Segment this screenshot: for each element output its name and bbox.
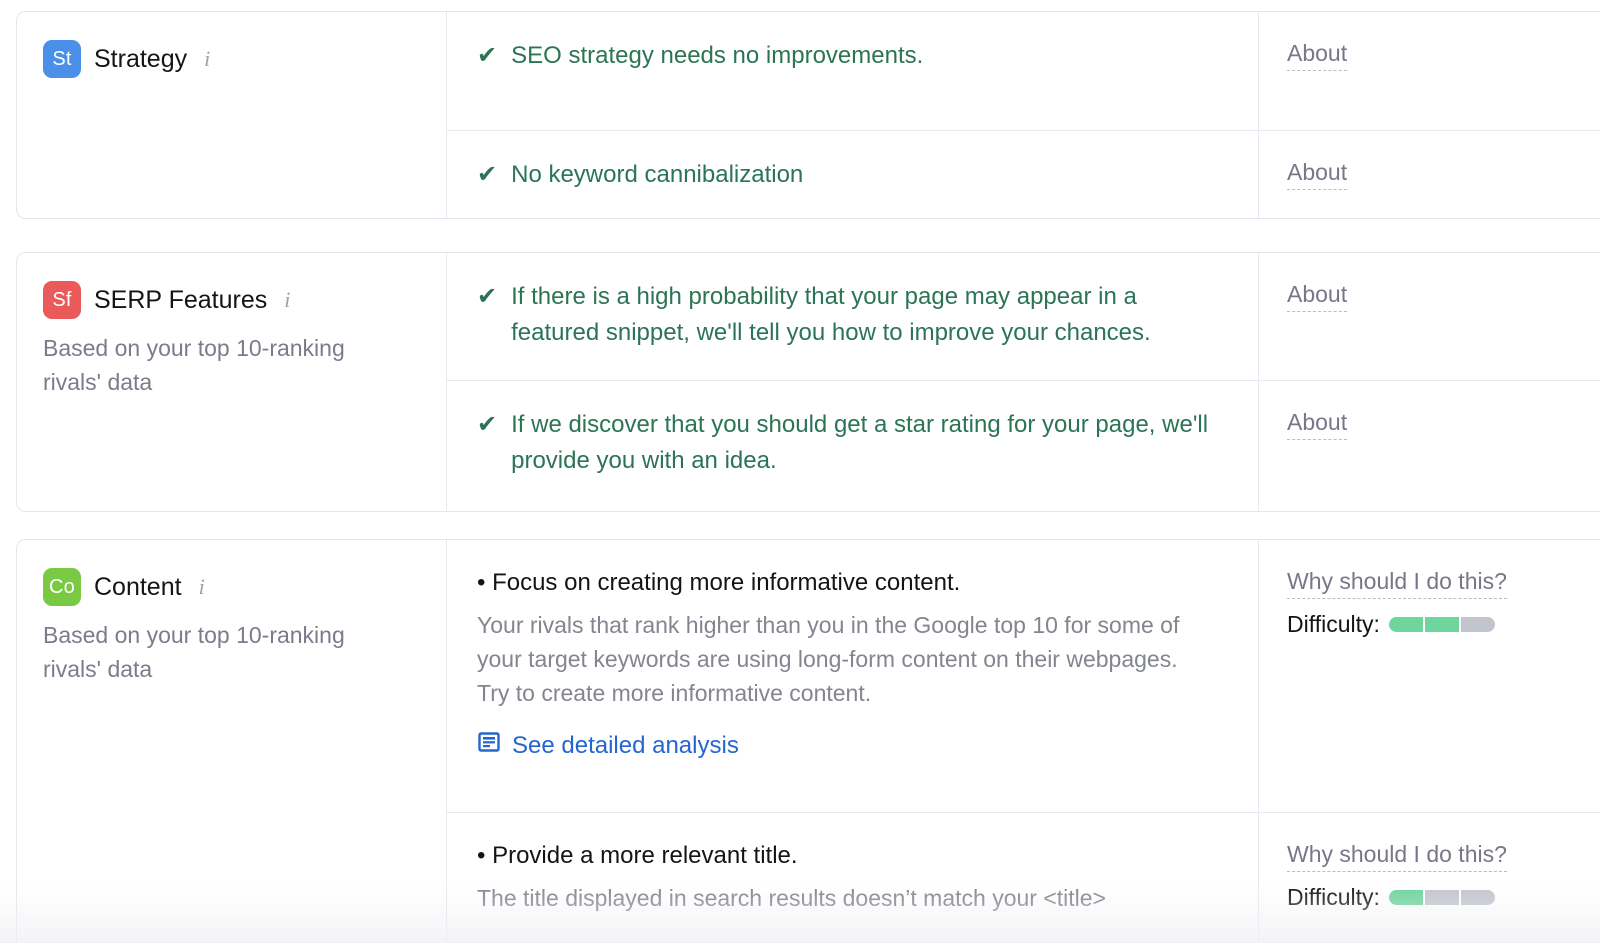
row-body: ✔ If we discover that you should get a s… [447, 381, 1259, 511]
card-header-content: Co Content i [43, 568, 420, 606]
difficulty-bar [1388, 617, 1495, 632]
table-row: • Focus on creating more informative con… [447, 540, 1600, 812]
table-row: ✔ If we discover that you should get a s… [447, 380, 1600, 511]
info-icon[interactable]: i [204, 48, 210, 70]
check-line: ✔ If there is a high probability that yo… [477, 279, 1230, 351]
see-detailed-analysis-link[interactable]: See detailed analysis [477, 730, 1230, 762]
check-icon: ✔ [477, 411, 498, 438]
why-should-i-do-this-link[interactable]: Why should I do this? [1287, 566, 1507, 599]
row-body: • Focus on creating more informative con… [447, 540, 1259, 812]
check-text: If we discover that you should get a sta… [511, 411, 1209, 474]
card-rows-serp-features: ✔ If there is a high probability that yo… [447, 253, 1600, 511]
difficulty-bar [1388, 890, 1495, 905]
difficulty-segment [1460, 617, 1495, 632]
table-row: ✔ No keyword cannibalization About [447, 130, 1600, 218]
card-meta-content: Co Content i Based on your top 10-rankin… [17, 540, 447, 943]
about-link[interactable]: About [1287, 157, 1348, 190]
card-title-strategy: Strategy [94, 44, 188, 73]
difficulty-segment [1424, 890, 1459, 905]
difficulty-segment [1424, 617, 1459, 632]
card-rows-content: • Focus on creating more informative con… [447, 540, 1600, 943]
difficulty-label: Difficulty: [1287, 884, 1380, 910]
check-text: If there is a high probability that your… [511, 283, 1151, 346]
difficulty-segment [1388, 617, 1423, 632]
card-title-serp-features: SERP Features [94, 285, 268, 314]
card-subtitle: Based on your top 10-ranking rivals' dat… [43, 622, 345, 682]
card-strategy: St Strategy i ✔ SEO strategy needs no im… [16, 11, 1600, 219]
issue-description-secondary: Try to create more informative content. [477, 680, 872, 706]
table-row: • Provide a more relevant title. The tit… [447, 812, 1600, 943]
card-content: Co Content i Based on your top 10-rankin… [16, 539, 1600, 943]
table-row: ✔ SEO strategy needs no improvements. Ab… [447, 12, 1600, 130]
badge-content: Co [43, 568, 81, 606]
bullet-icon: • [477, 569, 486, 596]
difficulty-label: Difficulty: [1287, 611, 1380, 637]
row-body: ✔ If there is a high probability that yo… [447, 253, 1259, 380]
info-icon[interactable]: i [284, 289, 290, 311]
table-row: ✔ If there is a high probability that yo… [447, 253, 1600, 380]
row-body: • Provide a more relevant title. The tit… [447, 813, 1259, 943]
about-link[interactable]: About [1287, 38, 1348, 71]
check-line: ✔ SEO strategy needs no improvements. [477, 38, 1230, 74]
badge-strategy: St [43, 40, 81, 78]
difficulty-indicator: Difficulty: [1287, 611, 1600, 638]
issue-description: Your rivals that rank higher than you in… [477, 612, 1180, 672]
document-list-icon [477, 730, 501, 762]
issue-description: The title displayed in search results do… [477, 885, 1106, 911]
row-side: Why should I do this? Difficulty: [1259, 813, 1600, 943]
check-icon: ✔ [477, 42, 498, 69]
difficulty-segment [1388, 890, 1423, 905]
card-header-strategy: St Strategy i [43, 40, 420, 78]
check-line: ✔ No keyword cannibalization [477, 157, 1230, 193]
row-side: Why should I do this? Difficulty: [1259, 540, 1600, 812]
card-meta-strategy: St Strategy i [17, 12, 447, 218]
check-line: ✔ If we discover that you should get a s… [477, 407, 1230, 479]
about-link[interactable]: About [1287, 279, 1348, 312]
issue-title-text: Provide a more relevant title. [492, 842, 798, 869]
difficulty-segment [1460, 890, 1495, 905]
issue-title: • Provide a more relevant title. [477, 839, 1230, 873]
row-side: About [1259, 381, 1600, 511]
row-body: ✔ No keyword cannibalization [447, 131, 1259, 218]
check-icon: ✔ [477, 161, 498, 188]
difficulty-indicator: Difficulty: [1287, 884, 1600, 911]
card-serp-features: Sf SERP Features i Based on your top 10-… [16, 252, 1600, 512]
row-side: About [1259, 131, 1600, 218]
see-detailed-analysis-label: See detailed analysis [512, 732, 739, 759]
card-title-content: Content [94, 572, 182, 601]
card-rows-strategy: ✔ SEO strategy needs no improvements. Ab… [447, 12, 1600, 218]
check-text: SEO strategy needs no improvements. [511, 42, 924, 69]
issue-title: • Focus on creating more informative con… [477, 566, 1230, 600]
row-side: About [1259, 12, 1600, 130]
card-meta-serp-features: Sf SERP Features i Based on your top 10-… [17, 253, 447, 511]
why-should-i-do-this-link[interactable]: Why should I do this? [1287, 839, 1507, 872]
row-body: ✔ SEO strategy needs no improvements. [447, 12, 1259, 130]
bullet-icon: • [477, 842, 486, 869]
badge-serp-features: Sf [43, 281, 81, 319]
card-header-serp-features: Sf SERP Features i [43, 281, 420, 319]
issue-title-text: Focus on creating more informative conte… [492, 569, 961, 596]
check-text: No keyword cannibalization [511, 161, 804, 188]
seo-recommendations-panel: St Strategy i ✔ SEO strategy needs no im… [0, 0, 1600, 943]
row-side: About [1259, 253, 1600, 380]
about-link[interactable]: About [1287, 407, 1348, 440]
check-icon: ✔ [477, 283, 498, 310]
card-subtitle: Based on your top 10-ranking rivals' dat… [43, 335, 345, 395]
info-icon[interactable]: i [199, 576, 205, 598]
